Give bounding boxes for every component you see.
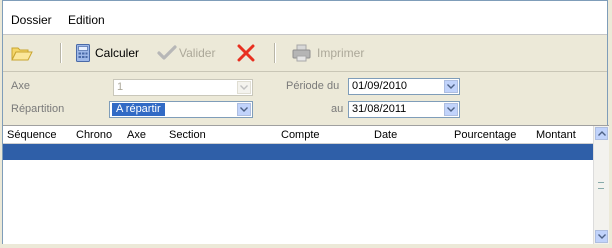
axe-select[interactable]: 1 bbox=[113, 79, 253, 96]
toolbar-separator bbox=[274, 43, 276, 63]
col-header-date[interactable]: Date bbox=[374, 129, 397, 141]
axe-value: 1 bbox=[117, 81, 124, 93]
main-window: Dossier Edition Calculer Valider Imprime… bbox=[2, 0, 609, 244]
scroll-down-button[interactable] bbox=[595, 230, 608, 243]
cancel-button[interactable] bbox=[236, 41, 256, 65]
scroll-up-button[interactable] bbox=[595, 127, 608, 140]
repartition-value: A répartir bbox=[112, 103, 165, 116]
valider-button[interactable]: Valider bbox=[157, 41, 215, 65]
chevron-up-icon bbox=[597, 131, 606, 136]
col-header-montant[interactable]: Montant bbox=[536, 129, 576, 141]
valider-label: Valider bbox=[179, 46, 216, 60]
scrollbar-grip[interactable] bbox=[598, 182, 604, 189]
chevron-down-icon bbox=[597, 234, 606, 239]
menu-dossier[interactable]: Dossier bbox=[11, 13, 52, 27]
chevron-down-icon bbox=[444, 103, 458, 116]
calculer-label: Calculer bbox=[95, 46, 140, 60]
toolbar: Calculer Valider Imprimer bbox=[3, 35, 607, 72]
vertical-scrollbar[interactable] bbox=[593, 126, 609, 244]
col-header-axe[interactable]: Axe bbox=[127, 129, 146, 141]
folder-open-icon bbox=[11, 47, 33, 61]
axe-label: Axe bbox=[11, 80, 30, 92]
data-grid[interactable]: Séquence Chrono Axe Section Compte Date … bbox=[3, 125, 609, 244]
col-header-sequence[interactable]: Séquence bbox=[7, 129, 57, 141]
col-header-compte[interactable]: Compte bbox=[281, 129, 320, 141]
periode-to-picker[interactable]: 31/08/2011 bbox=[348, 101, 460, 118]
repartition-select[interactable]: A répartir bbox=[109, 101, 253, 118]
menu-bar: Dossier Edition bbox=[3, 1, 607, 35]
periode-to-value: 31/08/2011 bbox=[352, 103, 407, 115]
col-header-chrono[interactable]: Chrono bbox=[76, 129, 112, 141]
imprimer-label: Imprimer bbox=[317, 46, 365, 60]
col-header-section[interactable]: Section bbox=[169, 129, 206, 141]
calculator-icon bbox=[76, 44, 90, 62]
toolbar-separator bbox=[60, 43, 62, 63]
periode-from-value: 01/09/2010 bbox=[352, 80, 408, 92]
printer-icon bbox=[292, 44, 311, 62]
chevron-down-icon bbox=[237, 103, 251, 116]
imprimer-button[interactable]: Imprimer bbox=[291, 41, 364, 65]
close-icon bbox=[237, 44, 255, 62]
col-header-pourcentage[interactable]: Pourcentage bbox=[454, 129, 516, 141]
open-button[interactable] bbox=[11, 41, 33, 65]
periode-from-picker[interactable]: 01/09/2010 bbox=[348, 78, 460, 95]
periode-du-label: Période du bbox=[286, 80, 340, 92]
chevron-down-icon bbox=[237, 81, 251, 94]
repartition-label: Répartition bbox=[11, 103, 65, 115]
filter-form: Axe 1 Répartition A répartir Période du … bbox=[3, 72, 607, 124]
grid-header: Séquence Chrono Axe Section Compte Date … bbox=[3, 126, 594, 144]
calculer-button[interactable]: Calculer bbox=[75, 41, 139, 65]
checkmark-icon bbox=[157, 45, 177, 60]
table-row[interactable] bbox=[3, 144, 594, 160]
au-label: au bbox=[331, 103, 344, 115]
chevron-down-icon bbox=[444, 80, 458, 93]
menu-edition[interactable]: Edition bbox=[68, 13, 105, 27]
